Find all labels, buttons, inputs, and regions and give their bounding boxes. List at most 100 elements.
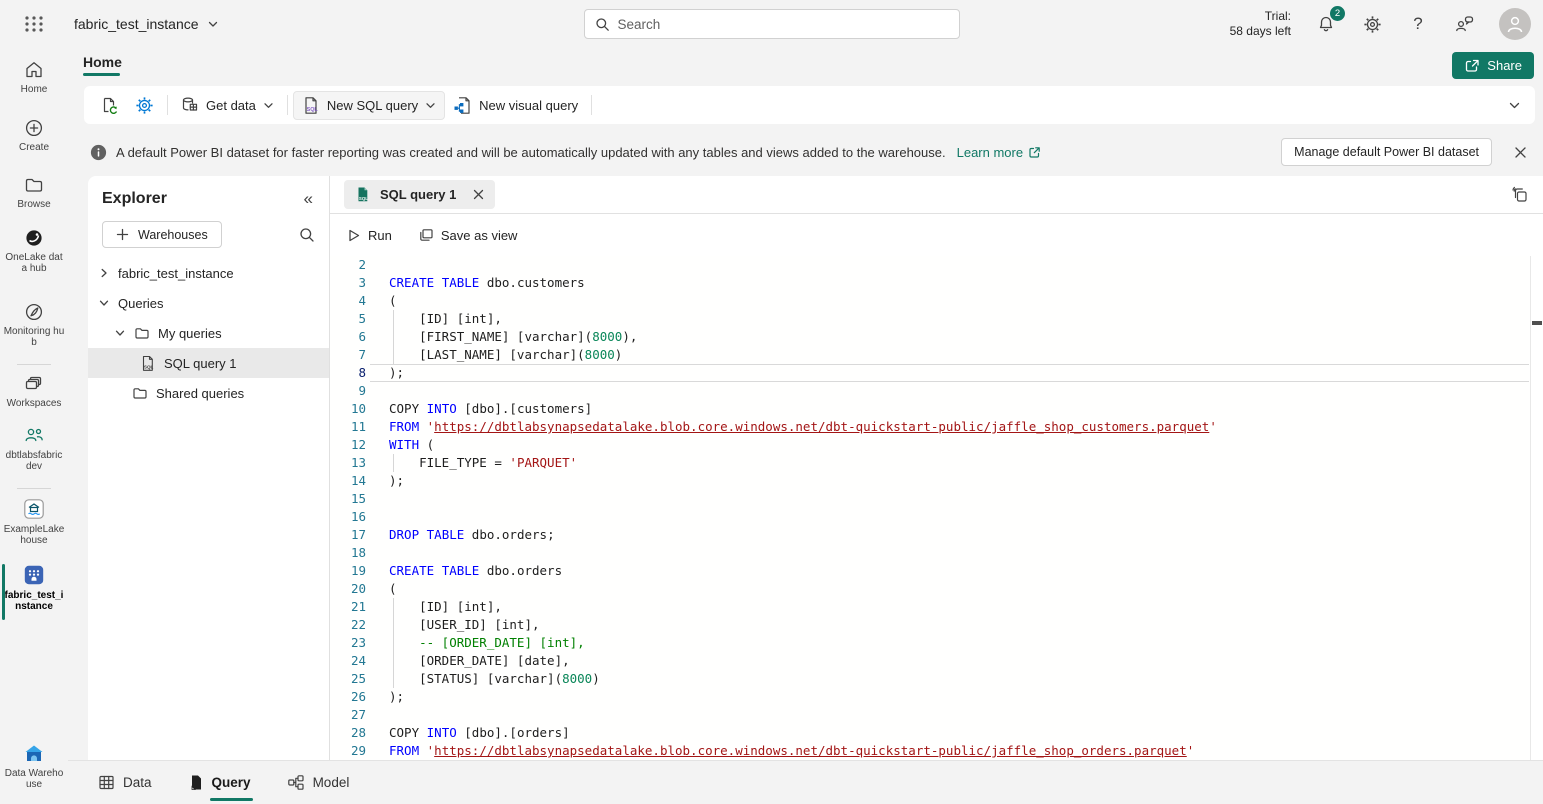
code-line[interactable]: 23 -- [ORDER_DATE] [int], xyxy=(330,634,1529,652)
help-button[interactable]: ? xyxy=(1407,13,1429,35)
code-line[interactable]: 10COPY INTO [dbo].[customers] xyxy=(330,400,1529,418)
sidebar-item-home[interactable]: Home xyxy=(0,60,68,95)
sidebar-item-monitoring-hub[interactable]: Monitoring hub xyxy=(0,302,68,348)
chevron-right-icon[interactable] xyxy=(98,267,110,279)
rail-divider xyxy=(17,488,51,489)
warehouse-item-icon xyxy=(23,564,45,586)
workspace-switcher[interactable]: fabric_test_instance xyxy=(74,16,219,32)
code-line[interactable]: 19CREATE TABLE dbo.orders xyxy=(330,562,1529,580)
get-data-button[interactable]: Get data xyxy=(173,91,282,120)
chevron-down-icon[interactable] xyxy=(114,327,126,339)
sidebar-item-create[interactable]: Create xyxy=(0,118,68,153)
query-editor: SQL SQL query 1 Run xyxy=(330,176,1543,760)
manage-default-dataset-button[interactable]: Manage default Power BI dataset xyxy=(1281,138,1492,166)
plus-icon xyxy=(116,228,129,241)
sidebar-item-onelake-data-hub[interactable]: OneLake data hub xyxy=(0,228,68,274)
tree-item-warehouse-root[interactable]: fabric_test_instance xyxy=(88,258,329,288)
line-number: 16 xyxy=(330,508,366,526)
learn-more-link[interactable]: Learn more xyxy=(957,145,1041,160)
share-button[interactable]: Share xyxy=(1452,52,1534,79)
code-line[interactable]: 6 [FIRST_NAME] [varchar](8000), xyxy=(330,328,1529,346)
code-line[interactable]: 3CREATE TABLE dbo.customers xyxy=(330,274,1529,292)
sidebar-item-browse[interactable]: Browse xyxy=(0,175,68,210)
code-line[interactable]: 22 [USER_ID] [int], xyxy=(330,616,1529,634)
line-number: 13 xyxy=(330,454,366,472)
code-line[interactable]: 18 xyxy=(330,544,1529,562)
settings-toolbar-button[interactable] xyxy=(127,91,162,120)
tree-item-shared-queries[interactable]: Shared queries xyxy=(88,378,329,408)
code-line[interactable]: 28COPY INTO [dbo].[orders] xyxy=(330,724,1529,742)
data-warehouse-icon xyxy=(23,744,45,764)
code-line[interactable]: 17DROP TABLE dbo.orders; xyxy=(330,526,1529,544)
toolbar-divider xyxy=(591,95,592,115)
collapse-panel-icon[interactable]: « xyxy=(304,189,313,209)
code-line[interactable]: 13 FILE_TYPE = 'PARQUET' xyxy=(330,454,1529,472)
account-avatar[interactable] xyxy=(1499,8,1531,40)
code-line[interactable]: 25 [STATUS] [varchar](8000) xyxy=(330,670,1529,688)
refresh-document-button[interactable] xyxy=(92,91,127,120)
code-line[interactable]: 27 xyxy=(330,706,1529,724)
feedback-button[interactable] xyxy=(1453,13,1475,35)
view-tab-data[interactable]: Data xyxy=(98,774,152,791)
sidebar-item-data-warehouse[interactable]: Data Warehouse xyxy=(0,744,68,790)
code-line[interactable]: 26); xyxy=(330,688,1529,706)
sidebar-item-workspaces[interactable]: Workspaces xyxy=(0,374,68,409)
sql-code-area[interactable]: 23CREATE TABLE dbo.customers4(5 [ID] [in… xyxy=(330,256,1543,760)
code-line[interactable]: 15 xyxy=(330,490,1529,508)
collapse-ribbon-button[interactable] xyxy=(1508,99,1521,112)
code-line[interactable]: 8); xyxy=(330,364,1529,382)
tree-item-queries[interactable]: Queries xyxy=(88,288,329,318)
close-tab-icon[interactable] xyxy=(473,189,484,200)
view-tab-model[interactable]: Model xyxy=(287,774,350,791)
banner-close-button[interactable] xyxy=(1505,137,1535,167)
code-line[interactable]: 4( xyxy=(330,292,1529,310)
tree-item-sql-query-1[interactable]: SQL SQL query 1 xyxy=(88,348,329,378)
code-line[interactable]: 14); xyxy=(330,472,1529,490)
code-line[interactable]: 29FROM 'https://dbtlabsynapsedatalake.bl… xyxy=(330,742,1529,760)
data-grid-icon xyxy=(98,774,115,791)
line-content: ); xyxy=(366,365,404,380)
code-line[interactable]: 11FROM 'https://dbtlabsynapsedatalake.bl… xyxy=(330,418,1529,436)
new-visual-query-button[interactable]: New visual query xyxy=(445,91,586,120)
editor-scrollbar[interactable] xyxy=(1530,256,1543,760)
view-tab-query[interactable]: Query xyxy=(188,774,251,791)
feedback-icon xyxy=(1454,14,1475,34)
line-number: 7 xyxy=(330,346,366,364)
copy-button[interactable] xyxy=(1511,186,1529,204)
code-line[interactable]: 2 xyxy=(330,256,1529,274)
chevron-down-icon[interactable] xyxy=(98,297,110,309)
code-line[interactable]: 9 xyxy=(330,382,1529,400)
tab-home[interactable]: Home xyxy=(83,54,122,70)
code-lines: 23CREATE TABLE dbo.customers4(5 [ID] [in… xyxy=(330,256,1543,760)
code-line[interactable]: 12WITH ( xyxy=(330,436,1529,454)
explorer-panel: Explorer « Warehouses fabric_test_instan… xyxy=(88,176,330,760)
line-content: [STATUS] [varchar](8000) xyxy=(366,671,600,686)
line-number: 3 xyxy=(330,274,366,292)
notifications-button[interactable]: 2 xyxy=(1315,13,1337,35)
sidebar-item-fabric-test-instance[interactable]: fabric_test_instance xyxy=(0,564,68,612)
explorer-search-icon[interactable] xyxy=(299,227,315,243)
trial-status: Trial: 58 days left xyxy=(1230,9,1291,39)
tab-sql-query-1[interactable]: SQL SQL query 1 xyxy=(344,180,495,209)
run-button[interactable]: Run xyxy=(346,228,392,243)
app-launcher-icon[interactable] xyxy=(12,2,56,46)
line-number: 26 xyxy=(330,688,366,706)
sidebar-item-examplelakehouse[interactable]: ExampleLakehouse xyxy=(0,498,68,546)
line-content: [USER_ID] [int], xyxy=(366,617,540,632)
code-line[interactable]: 24 [ORDER_DATE] [date], xyxy=(330,652,1529,670)
code-line[interactable]: 20( xyxy=(330,580,1529,598)
new-warehouse-button[interactable]: Warehouses xyxy=(102,221,222,248)
save-as-view-button[interactable]: Save as view xyxy=(418,227,518,243)
tree-item-my-queries[interactable]: My queries xyxy=(88,318,329,348)
sidebar-item-dbtlabsfabricdev[interactable]: dbtlabsfabricdev xyxy=(0,426,68,472)
global-search[interactable] xyxy=(584,9,960,39)
code-line[interactable]: 16 xyxy=(330,508,1529,526)
code-line[interactable]: 7 [LAST_NAME] [varchar](8000) xyxy=(330,346,1529,364)
code-line[interactable]: 21 [ID] [int], xyxy=(330,598,1529,616)
code-line[interactable]: 5 [ID] [int], xyxy=(330,310,1529,328)
new-sql-query-button[interactable]: SQL New SQL query xyxy=(293,91,445,120)
settings-button[interactable] xyxy=(1361,13,1383,35)
line-content: ); xyxy=(366,473,404,488)
search-input[interactable] xyxy=(618,17,949,32)
query-doc-icon xyxy=(188,774,204,791)
